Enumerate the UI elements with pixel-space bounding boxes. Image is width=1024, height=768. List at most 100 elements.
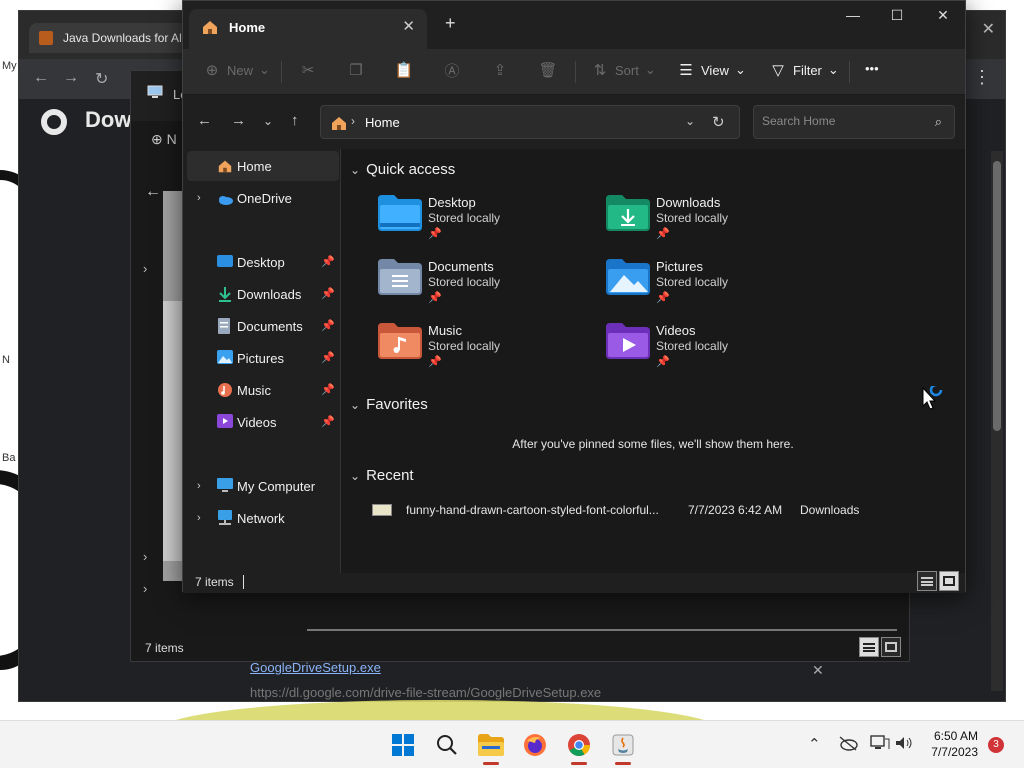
address-bar[interactable]: › Home ⌄ xyxy=(320,105,740,139)
show-hidden-icons-icon[interactable]: ⌃ xyxy=(808,735,821,753)
search-input[interactable] xyxy=(762,114,922,128)
start-button[interactable] xyxy=(389,731,417,759)
search-icon[interactable]: ⌕ xyxy=(935,114,942,130)
pin-icon[interactable]: 📌 xyxy=(321,319,335,332)
taskbar: ⌃ 6:50 AM 7/7/2023 3 xyxy=(0,720,1024,768)
network-status-icon[interactable] xyxy=(870,735,890,755)
maximize-icon[interactable]: ☐ xyxy=(877,7,917,33)
tiles-view-button[interactable] xyxy=(939,571,959,591)
java-taskbar-button[interactable] xyxy=(609,731,637,765)
paste-button[interactable]: 📋 xyxy=(395,61,414,79)
horizontal-scrollbar[interactable] xyxy=(307,629,897,631)
back-icon[interactable]: ← xyxy=(33,69,49,87)
wallpaper-art xyxy=(160,700,720,720)
more-options-button[interactable]: ••• xyxy=(865,61,879,76)
cut-button[interactable]: ✂ xyxy=(299,61,317,79)
chrome-scrollbar[interactable] xyxy=(991,151,1003,691)
tiles-view-button[interactable] xyxy=(881,637,901,657)
rename-button[interactable]: Ⓐ xyxy=(443,61,461,80)
sidebar-item-desktop[interactable]: Desktop 📌 xyxy=(187,247,339,277)
up-icon[interactable]: ↑ xyxy=(291,112,299,129)
chevron-right-icon[interactable]: › xyxy=(143,261,147,276)
pin-icon[interactable]: 📌 xyxy=(321,383,335,396)
download-file-link[interactable]: GoogleDriveSetup.exe xyxy=(250,660,601,675)
forward-icon[interactable]: → xyxy=(231,112,246,129)
scrollbar-thumb[interactable] xyxy=(993,161,1001,431)
quick-access-item[interactable]: Downloads Stored locally 📌 xyxy=(606,195,816,255)
sidebar-item-network[interactable]: › Network xyxy=(187,503,339,533)
breadcrumb[interactable]: Home xyxy=(365,115,400,130)
quick-access-item[interactable]: Documents Stored locally 📌 xyxy=(378,259,588,319)
sidebar-item-music[interactable]: Music 📌 xyxy=(187,375,339,405)
reload-icon[interactable]: ↻ xyxy=(95,69,108,89)
close-icon[interactable]: ✕ xyxy=(982,19,995,39)
chrome-taskbar-button[interactable] xyxy=(565,731,593,765)
chevron-right-icon[interactable]: › xyxy=(197,512,201,524)
sort-button[interactable]: ⇅ Sort ⌄ xyxy=(591,61,656,79)
refresh-icon[interactable]: ↻ xyxy=(712,113,725,131)
search-icon xyxy=(437,735,457,755)
desktop-icon-label[interactable]: My xyxy=(2,60,17,72)
notification-badge[interactable]: 3 xyxy=(988,737,1004,753)
quick-access-item[interactable]: Desktop Stored locally 📌 xyxy=(378,195,588,255)
new-button[interactable]: ⊕ New ⌄ xyxy=(203,61,270,79)
pin-icon[interactable]: 📌 xyxy=(321,415,335,428)
pin-icon[interactable]: 📌 xyxy=(321,287,335,300)
clock[interactable]: 6:50 AM 7/7/2023 xyxy=(924,729,978,759)
desktop-icon-label[interactable]: Ba xyxy=(2,452,15,464)
chevron-right-icon[interactable]: › xyxy=(351,114,355,128)
pin-icon[interactable]: 📌 xyxy=(321,255,335,268)
chevron-right-icon[interactable]: › xyxy=(197,480,201,492)
close-icon[interactable]: ✕ xyxy=(812,662,824,679)
minimize-icon[interactable]: — xyxy=(833,7,873,33)
forward-icon[interactable]: → xyxy=(63,69,79,87)
desktop-icon-label[interactable]: N xyxy=(2,354,10,366)
chrome-tab[interactable]: Java Downloads for All xyxy=(29,23,189,53)
details-view-button[interactable] xyxy=(917,571,937,591)
sidebar-item-my-computer[interactable]: › My Computer xyxy=(187,471,339,501)
details-icon xyxy=(863,642,875,652)
chrome-downloads-logo xyxy=(41,109,67,135)
chevron-down-icon: ⌄ xyxy=(350,162,361,177)
details-view-button[interactable] xyxy=(859,637,879,657)
recent-file-row[interactable]: funny-hand-drawn-cartoon-styled-font-col… xyxy=(372,499,952,521)
new-button[interactable]: ⊕ N xyxy=(151,131,177,148)
file-explorer-taskbar-button[interactable] xyxy=(477,731,505,765)
favorites-header[interactable]: ⌄ Favorites xyxy=(350,396,428,413)
pin-icon[interactable]: 📌 xyxy=(321,351,335,364)
chevron-right-icon[interactable]: › xyxy=(197,192,201,204)
quick-access-header[interactable]: ⌄ Quick access xyxy=(350,161,455,178)
new-tab-icon[interactable]: + xyxy=(445,13,456,34)
sidebar-item-pictures[interactable]: Pictures 📌 xyxy=(187,343,339,373)
filter-button[interactable]: ▽ Filter ⌄ xyxy=(769,61,839,79)
recent-locations-icon[interactable]: ⌄ xyxy=(263,114,273,128)
bg-explorer-sidebar xyxy=(163,191,183,581)
tab-home[interactable]: Home ✕ xyxy=(189,9,427,49)
quick-access-item[interactable]: Videos Stored locally 📌 xyxy=(606,323,816,383)
firefox-taskbar-button[interactable] xyxy=(521,731,549,759)
onedrive-status-icon[interactable] xyxy=(838,735,858,755)
chevron-down-icon[interactable]: ⌄ xyxy=(685,114,695,128)
sidebar-item-home[interactable]: Home xyxy=(187,151,339,181)
sidebar-item-downloads[interactable]: Downloads 📌 xyxy=(187,279,339,309)
quick-access-item[interactable]: Music Stored locally 📌 xyxy=(378,323,588,383)
close-window-icon[interactable]: ✕ xyxy=(923,7,963,33)
share-button[interactable]: ⇪ xyxy=(491,61,509,79)
delete-button[interactable]: 🗑 xyxy=(538,61,557,79)
copy-button[interactable]: ❐ xyxy=(347,61,365,79)
sidebar-item-videos[interactable]: Videos 📌 xyxy=(187,407,339,437)
volume-icon[interactable] xyxy=(894,735,914,755)
back-icon[interactable]: ← xyxy=(197,112,212,129)
search-button[interactable] xyxy=(433,731,461,759)
recent-header[interactable]: ⌄ Recent xyxy=(350,467,414,484)
back-icon[interactable]: ← xyxy=(145,183,161,201)
search-box[interactable]: ⌕ xyxy=(753,105,955,139)
chevron-right-icon[interactable]: › xyxy=(143,581,147,596)
sidebar-item-onedrive[interactable]: › OneDrive xyxy=(187,183,339,213)
chrome-menu-icon[interactable]: ⋮ xyxy=(973,67,991,88)
quick-access-item[interactable]: Pictures Stored locally 📌 xyxy=(606,259,816,319)
view-button[interactable]: ☰ View ⌄ xyxy=(677,61,746,79)
sidebar-item-documents[interactable]: Documents 📌 xyxy=(187,311,339,341)
chevron-right-icon[interactable]: › xyxy=(143,549,147,564)
close-tab-icon[interactable]: ✕ xyxy=(402,17,415,35)
